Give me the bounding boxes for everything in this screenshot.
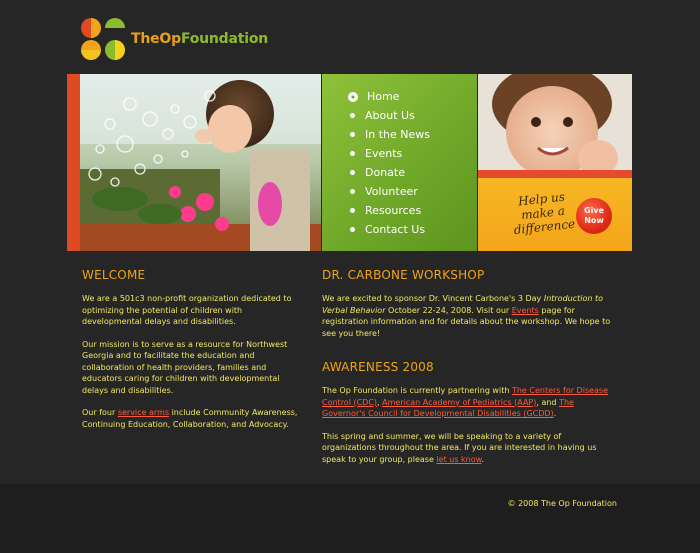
copyright-text: © 2008 The Op Foundation: [507, 499, 617, 508]
nav-item-volunteer[interactable]: Volunteer: [348, 182, 430, 201]
news-section: DR. CARBONE WORKSHOP We are excited to s…: [322, 268, 617, 465]
main-nav: Home About Us In the News Events Donate …: [322, 74, 477, 251]
nav-link-in-the-news[interactable]: In the News: [365, 128, 430, 141]
nav-bullet-icon: [350, 189, 355, 194]
bubbles-photo: [80, 74, 321, 251]
awareness-paragraph-2: This spring and summer, we will be speak…: [322, 431, 597, 464]
hero-banner: Home About Us In the News Events Donate …: [67, 74, 632, 251]
nav-bullet-icon: [350, 170, 355, 175]
footer: © 2008 The Op Foundation: [0, 484, 700, 553]
accent-bar: [67, 74, 80, 251]
welcome-paragraph-3: Our four service arms include Community …: [82, 408, 298, 429]
nav-item-about-us[interactable]: About Us: [348, 106, 430, 125]
logo-mark-icon: [81, 18, 125, 60]
service-arms-link[interactable]: service arms: [118, 408, 169, 417]
nav-link-resources[interactable]: Resources: [365, 204, 421, 217]
workshop-heading: DR. CARBONE WORKSHOP: [322, 268, 485, 282]
welcome-paragraph-2: Our mission is to serve as a resource fo…: [82, 339, 288, 395]
nav-link-events[interactable]: Events: [365, 147, 402, 160]
awareness-heading: AWARENESS 2008: [322, 360, 434, 374]
page: TheOpFoundation Home About Us In the New…: [0, 0, 700, 553]
nav-bullet-icon: [350, 208, 355, 213]
nav-bullet-active-icon: [348, 91, 358, 102]
nav-link-contact-us[interactable]: Contact Us: [365, 223, 425, 236]
nav-item-events[interactable]: Events: [348, 144, 430, 163]
nav-item-home[interactable]: Home: [348, 87, 430, 106]
nav-item-contact-us[interactable]: Contact Us: [348, 220, 430, 239]
nav-link-home[interactable]: Home: [367, 90, 399, 103]
logo-text: TheOpFoundation: [131, 31, 269, 47]
welcome-heading: WELCOME: [82, 268, 146, 282]
awareness-paragraph-1: The Op Foundation is currently partnerin…: [322, 386, 609, 418]
child-portrait-photo: [478, 74, 632, 178]
nav-bullet-icon: [350, 227, 355, 232]
nav-bullet-icon: [350, 132, 355, 137]
aap-link[interactable]: American Academy of Pediatrics (AAP): [382, 398, 536, 407]
site-logo[interactable]: TheOpFoundation: [81, 17, 271, 63]
nav-item-in-the-news[interactable]: In the News: [348, 125, 430, 144]
nav-bullet-icon: [350, 113, 355, 118]
nav-link-volunteer[interactable]: Volunteer: [365, 185, 418, 198]
welcome-section: WELCOME We are a 501c3 non-profit organi…: [82, 268, 302, 430]
help-us-text: Help us make a difference: [513, 189, 576, 238]
events-link[interactable]: Events: [512, 306, 539, 315]
give-now-button[interactable]: Give Now: [576, 198, 612, 234]
nav-item-resources[interactable]: Resources: [348, 201, 430, 220]
nav-link-donate[interactable]: Donate: [365, 166, 405, 179]
nav-bullet-icon: [350, 151, 355, 156]
nav-item-donate[interactable]: Donate: [348, 163, 430, 182]
nav-link-about-us[interactable]: About Us: [365, 109, 415, 122]
welcome-paragraph-1: We are a 501c3 non-profit organization d…: [82, 294, 292, 326]
let-us-know-link[interactable]: let us know: [436, 455, 481, 464]
help-us-promo: Help us make a difference Give Now: [478, 178, 632, 251]
workshop-paragraph: We are excited to sponsor Dr. Vincent Ca…: [322, 294, 611, 338]
